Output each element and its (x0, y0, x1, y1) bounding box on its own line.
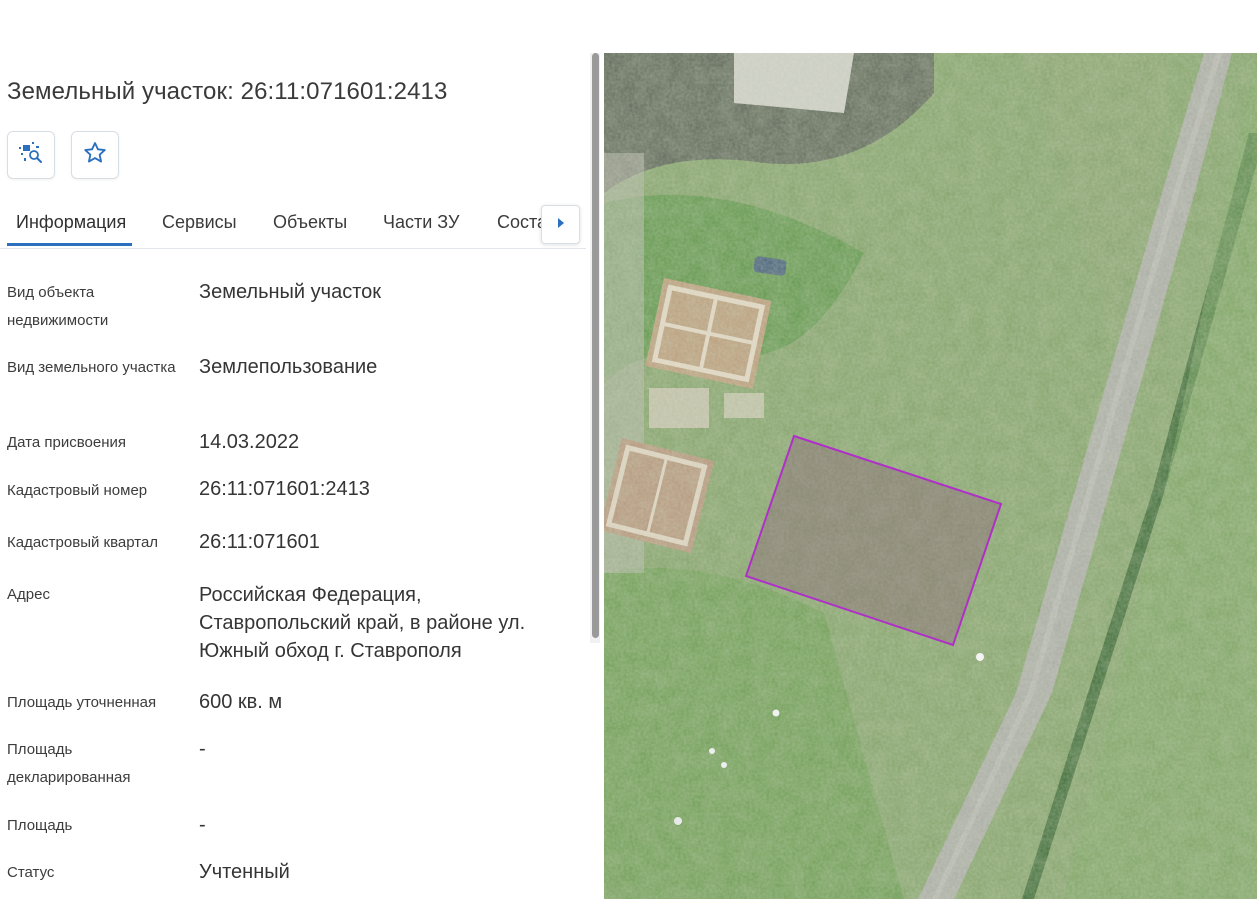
label-assignment-date: Дата присвоения (7, 434, 126, 451)
value-parcel-type: Землепользование (199, 356, 378, 378)
add-to-favorites-button[interactable] (71, 131, 119, 179)
tab-bar: Информация Сервисы Объекты Части ЗУ Сост… (0, 196, 586, 249)
value-area-declared: - (199, 738, 206, 760)
label-cadastral-number: Кадастровый номер (7, 482, 148, 499)
value-address: Российская Федерация, Ставропольский кра… (199, 584, 526, 662)
locate-on-map-button[interactable] (7, 131, 55, 179)
label-area-declared: Площадь декларированная (7, 741, 131, 786)
tab-objects[interactable]: Объекты (273, 212, 347, 233)
page-title: Земельный участок: 26:11:071601:2413 (7, 78, 448, 105)
tab-information[interactable]: Информация (16, 212, 126, 233)
label-area-refined: Площадь уточненная (7, 694, 157, 711)
value-area: - (199, 814, 206, 836)
label-parcel-type: Вид земельного участка (7, 359, 176, 376)
chevron-right-icon (556, 216, 566, 234)
label-object-type: Вид объекта недвижимости (7, 284, 109, 329)
value-object-type: Земельный участок (199, 281, 382, 303)
tab-parts[interactable]: Части ЗУ (383, 212, 459, 233)
value-assignment-date: 14.03.2022 (199, 431, 300, 453)
label-address: Адрес (7, 586, 50, 603)
value-status: Учтенный (199, 861, 290, 883)
value-cadastral-quarter: 26:11:071601 (199, 531, 320, 553)
star-outline-icon (82, 140, 108, 171)
satellite-map[interactable] (604, 53, 1257, 899)
value-cadastral-number: 26:11:071601:2413 (199, 478, 370, 500)
label-status: Статус (7, 864, 55, 881)
tabs-scroll-right-button[interactable] (541, 205, 580, 244)
panel-scrollbar[interactable] (590, 53, 600, 643)
label-area: Площадь (7, 817, 73, 834)
tab-services[interactable]: Сервисы (162, 212, 237, 233)
scrollbar-thumb[interactable] (592, 53, 599, 638)
info-panel: Земельный участок: 26:11:071601:2413 Инф… (0, 0, 590, 899)
active-tab-indicator (7, 243, 132, 246)
label-cadastral-quarter: Кадастровый квартал (7, 534, 159, 551)
map-search-icon (17, 139, 45, 172)
value-area-refined: 600 кв. м (199, 691, 283, 713)
